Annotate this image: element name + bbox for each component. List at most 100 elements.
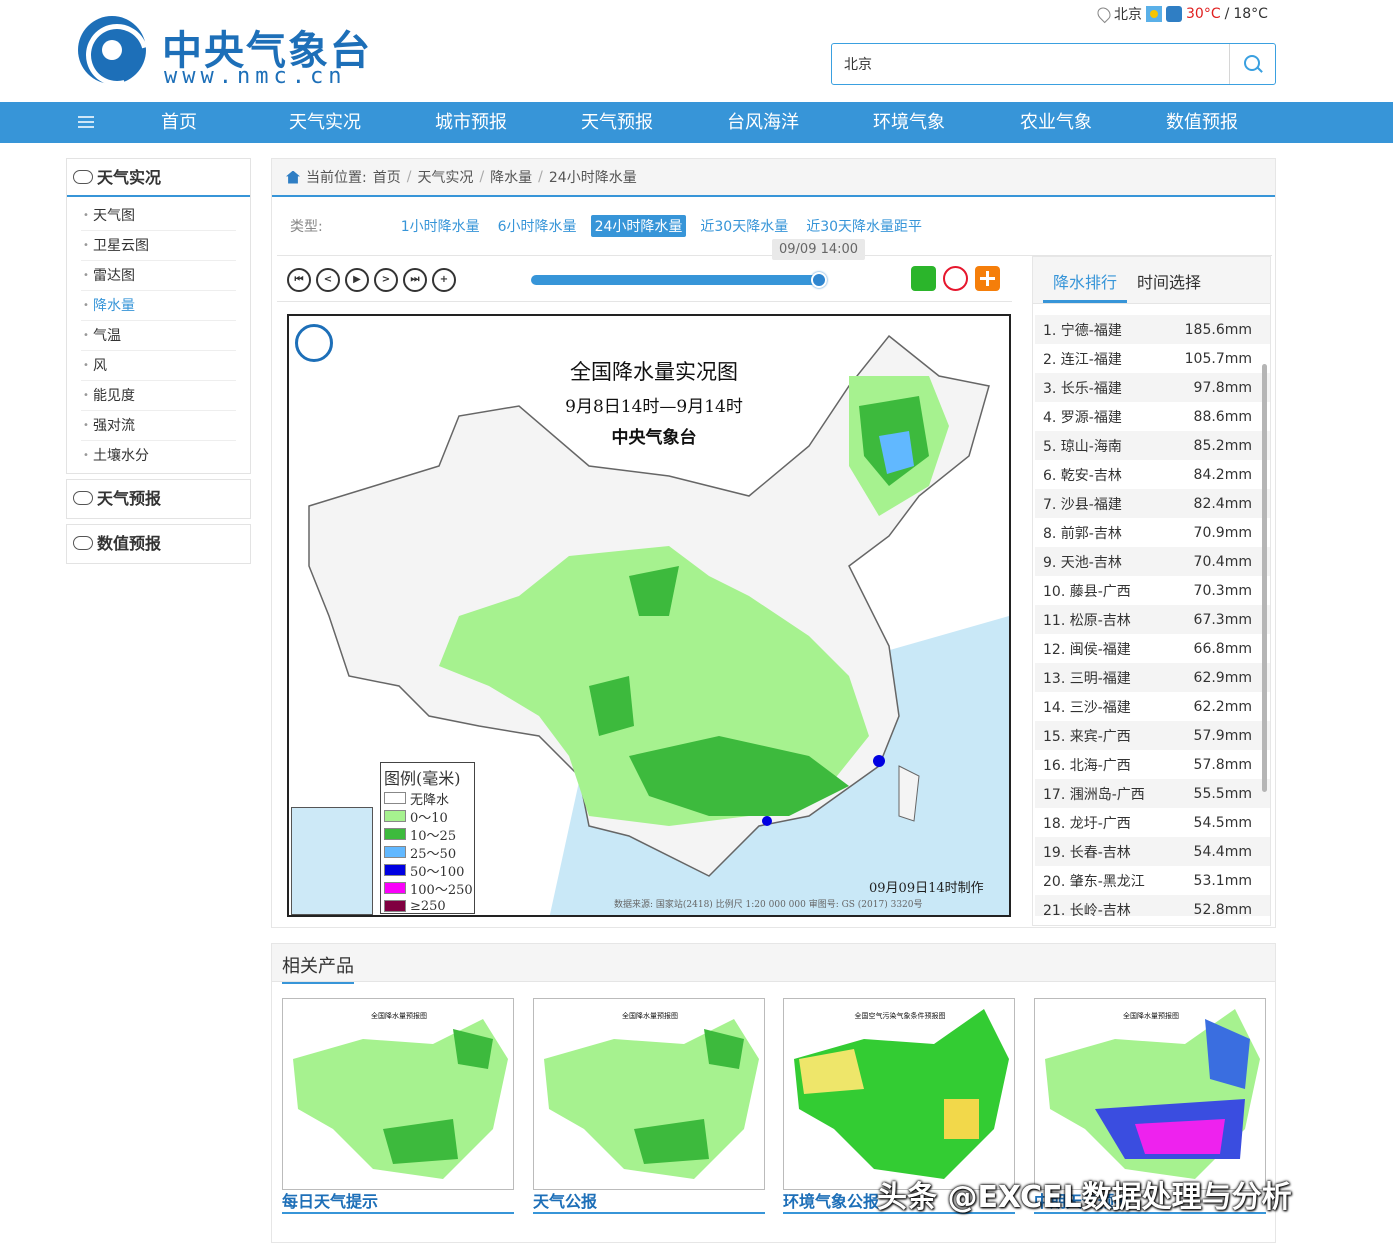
ranking-row[interactable]: 9. 天池-吉林 70.4mm — [1035, 547, 1270, 576]
product-thumbnail[interactable]: 全国降水量预报图 — [533, 998, 765, 1190]
ranking-row[interactable]: 2. 连江-福建 105.7mm — [1035, 344, 1270, 373]
ranking-row[interactable]: 5. 琼山-海南 85.2mm — [1035, 431, 1270, 460]
legend-label: 50～100 — [410, 864, 465, 880]
player-controls: ⏮ < ▶ > ⏭ + — [287, 268, 456, 292]
related-title: 相关产品 — [282, 952, 354, 984]
product-card[interactable]: 全国降水量预报图 每日天气提示 — [282, 998, 514, 1214]
ranking-tabs: 降水排行 时间选择 — [1033, 257, 1270, 304]
ranking-row[interactable]: 16. 北海-广西 57.8mm — [1035, 750, 1270, 779]
product-thumbnail[interactable]: 全国降水量预报图 — [1034, 998, 1266, 1190]
nav-numerical[interactable]: 数值预报 — [1129, 102, 1275, 143]
nav-typhoon-ocean[interactable]: 台风海洋 — [690, 102, 836, 143]
product-thumbnail[interactable]: 全国降水量预报图 — [282, 998, 514, 1190]
menu-icon[interactable] — [78, 116, 94, 128]
tab-ranking[interactable]: 降水排行 — [1043, 257, 1128, 303]
nav-weather-forecast[interactable]: 天气预报 — [544, 102, 690, 143]
breadcrumb-precip[interactable]: 降水量 — [490, 167, 532, 187]
last-frame-button[interactable]: ⏭ — [403, 268, 427, 292]
ranking-row[interactable]: 8. 前郭-吉林 70.9mm — [1035, 518, 1270, 547]
product-thumbnail[interactable]: 全国空气污染气象条件预报图 — [783, 998, 1015, 1190]
time-slider-handle[interactable] — [811, 272, 827, 288]
breadcrumb-separator: / — [538, 169, 543, 185]
ranking-row[interactable]: 7. 沙县-福建 82.4mm — [1035, 489, 1270, 518]
type-24h[interactable]: 24小时降水量 — [590, 215, 687, 237]
product-card[interactable]: 全国降水量预报图 天气公报 — [533, 998, 765, 1214]
sidebar-item-precipitation[interactable]: 降水量 — [81, 291, 236, 321]
ranking-row[interactable]: 13. 三明-福建 62.9mm — [1035, 663, 1270, 692]
product-label[interactable]: 每日天气提示 — [282, 1190, 514, 1214]
product-label[interactable]: 天气公报 — [533, 1190, 765, 1214]
home-icon — [286, 170, 300, 184]
wechat-share-icon[interactable] — [911, 266, 936, 291]
first-frame-button[interactable]: ⏮ — [287, 268, 311, 292]
legend-label: 10～25 — [410, 828, 457, 844]
sidebar-item-radar[interactable]: 雷达图 — [81, 261, 236, 291]
ranking-row[interactable]: 3. 长乐-福建 97.8mm — [1035, 373, 1270, 402]
nav-home[interactable]: 首页 — [106, 102, 252, 143]
play-button[interactable]: ▶ — [345, 268, 369, 292]
legend-label: ≥250 — [410, 898, 446, 914]
sidebar-section-live: 天气实况 天气图 卫星云图 雷达图 降水量 气温 风 能见度 强对流 土壤水分 — [66, 158, 251, 474]
current-weather[interactable]: 北京 30°C / 18°C — [1094, 4, 1268, 24]
precip-value: 62.2mm — [1193, 698, 1252, 715]
sidebar-item-convection[interactable]: 强对流 — [81, 411, 236, 441]
legend-label: 无降水 — [410, 792, 450, 808]
time-slider[interactable] — [531, 272, 827, 288]
nav-agriculture[interactable]: 农业气象 — [983, 102, 1129, 143]
ranking-row[interactable]: 4. 罗源-福建 88.6mm — [1035, 402, 1270, 431]
prev-frame-button[interactable]: < — [316, 268, 340, 292]
ranking-row[interactable]: 18. 龙圩-广西 54.5mm — [1035, 808, 1270, 837]
type-30d-anomaly[interactable]: 近30天降水量距平 — [802, 215, 926, 237]
type-6h[interactable]: 6小时降水量 — [494, 215, 581, 237]
scrollbar[interactable] — [1262, 364, 1267, 792]
ranking-row[interactable]: 21. 长岭-吉林 52.8mm — [1035, 895, 1270, 916]
south-china-sea-inset — [291, 807, 373, 915]
sidebar-item-wind[interactable]: 风 — [81, 351, 236, 381]
thumbnail-title: 全国降水量预报图 — [371, 1012, 427, 1020]
ranking-row[interactable]: 17. 涠洲岛-广西 55.5mm — [1035, 779, 1270, 808]
legend-swatch — [384, 882, 406, 894]
tab-time-select[interactable]: 时间选择 — [1127, 257, 1211, 303]
zoom-in-button[interactable]: + — [432, 268, 456, 292]
precip-value: 54.5mm — [1193, 814, 1252, 831]
breadcrumb-home[interactable]: 首页 — [373, 167, 401, 187]
sidebar-heading-live[interactable]: 天气实况 — [67, 159, 250, 197]
type-1h[interactable]: 1小时降水量 — [397, 215, 484, 237]
ranking-row[interactable]: 20. 肇东-黑龙江 53.1mm — [1035, 866, 1270, 895]
ranking-row[interactable]: 14. 三沙-福建 62.2mm — [1035, 692, 1270, 721]
type-30d[interactable]: 近30天降水量 — [696, 215, 792, 237]
ranking-row[interactable]: 11. 松原-吉林 67.3mm — [1035, 605, 1270, 634]
weibo-share-icon[interactable] — [943, 266, 968, 291]
nav-environment[interactable]: 环境气象 — [836, 102, 982, 143]
ranking-row[interactable]: 1. 宁德-福建 185.6mm — [1035, 315, 1270, 344]
ranking-row[interactable]: 12. 闽侯-福建 66.8mm — [1035, 634, 1270, 663]
ranking-row[interactable]: 6. 乾安-吉林 84.2mm — [1035, 460, 1270, 489]
sidebar-heading-numerical[interactable]: 数值预报 — [67, 525, 250, 563]
ranking-row[interactable]: 10. 藤县-广西 70.3mm — [1035, 576, 1270, 605]
sidebar-item-weather-map[interactable]: 天气图 — [81, 201, 236, 231]
sidebar-item-satellite[interactable]: 卫星云图 — [81, 231, 236, 261]
ranking-row[interactable]: 15. 来宾-广西 57.9mm — [1035, 721, 1270, 750]
sidebar-heading-forecast[interactable]: 天气预报 — [67, 480, 250, 518]
more-share-icon[interactable] — [975, 266, 1000, 291]
map-legend: 图例(毫米) 无降水 0～10 10～25 25～50 50～100 100～250 ≥25… — [380, 762, 475, 914]
sidebar-item-visibility[interactable]: 能见度 — [81, 381, 236, 411]
station-name: 13. 三明-福建 — [1043, 670, 1131, 687]
legend-label: 100～250 — [410, 882, 473, 898]
precipitation-map[interactable]: 全国降水量实况图 9月8日14时—9月14时 中央气象台 图例(毫米) 无降水 0… — [287, 314, 1011, 917]
ranking-row[interactable]: 19. 长春-吉林 54.4mm — [1035, 837, 1270, 866]
search-box — [831, 43, 1276, 85]
nav-weather-live[interactable]: 天气实况 — [252, 102, 398, 143]
share-buttons — [911, 266, 1000, 291]
sidebar-item-temperature[interactable]: 气温 — [81, 321, 236, 351]
precip-value: 70.9mm — [1193, 524, 1252, 541]
breadcrumb-live[interactable]: 天气实况 — [417, 167, 473, 187]
precip-value: 88.6mm — [1193, 408, 1252, 425]
search-button[interactable] — [1229, 44, 1275, 84]
site-logo[interactable]: 中央气象台 www.nmc.cn — [78, 14, 378, 89]
sidebar-item-soil-moisture[interactable]: 土壤水分 — [81, 441, 236, 471]
search-input[interactable] — [832, 44, 1229, 84]
nav-city-forecast[interactable]: 城市预报 — [398, 102, 544, 143]
station-name: 21. 长岭-吉林 — [1043, 902, 1131, 917]
next-frame-button[interactable]: > — [374, 268, 398, 292]
